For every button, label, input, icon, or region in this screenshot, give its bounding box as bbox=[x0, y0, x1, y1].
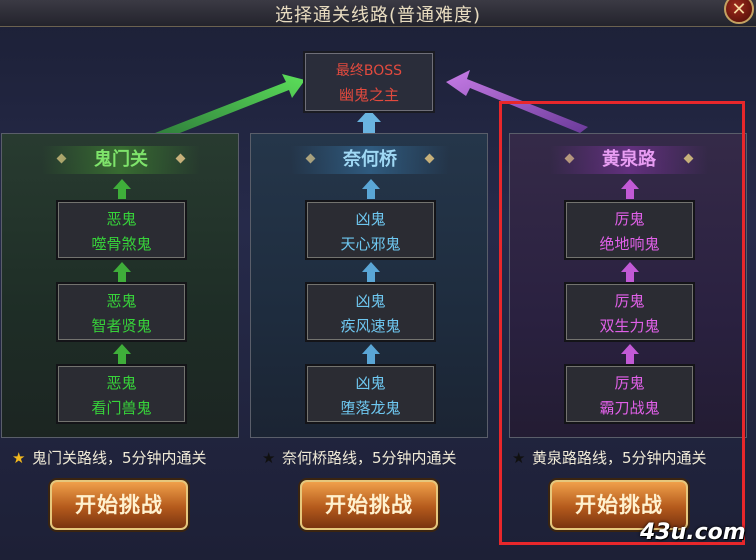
enemy-node-3: 恶鬼 看门兽鬼 bbox=[58, 366, 185, 422]
enemy-name: 绝地响鬼 bbox=[599, 235, 660, 253]
enemy-name: 霸刀战鬼 bbox=[599, 399, 660, 417]
route-panel-naiheqiao[interactable]: 奈何桥 凶鬼 天心邪鬼 凶鬼 疾风速鬼 凶鬼 堕落龙鬼 bbox=[250, 133, 488, 438]
star-icon: ★ bbox=[512, 449, 526, 467]
route-info-huangquanlu: ★ 黄泉路路线，5分钟内通关 bbox=[512, 447, 707, 468]
up-arrow-icon bbox=[113, 179, 131, 199]
enemy-name: 疾风速鬼 bbox=[340, 317, 401, 335]
enemy-name: 天心邪鬼 bbox=[340, 235, 401, 253]
enemy-node-1: 厉鬼 绝地响鬼 bbox=[566, 202, 693, 258]
enemy-name: 看门兽鬼 bbox=[91, 399, 152, 417]
enemy-node-3: 凶鬼 堕落龙鬼 bbox=[307, 366, 434, 422]
up-arrow-icon bbox=[362, 262, 380, 282]
start-challenge-button-naiheqiao[interactable]: 开始挑战 bbox=[300, 480, 438, 530]
up-arrow-icon bbox=[621, 344, 639, 364]
enemy-node-2: 凶鬼 疾风速鬼 bbox=[307, 284, 434, 340]
route-info-text: 鬼门关路线，5分钟内通关 bbox=[32, 449, 207, 467]
enemy-name: 双生力鬼 bbox=[599, 317, 660, 335]
route-info-naiheqiao: ★ 奈何桥路线，5分钟内通关 bbox=[262, 447, 457, 468]
blue-arrow bbox=[357, 109, 381, 133]
enemy-rank: 厉鬼 bbox=[614, 374, 645, 392]
enemy-name: 堕落龙鬼 bbox=[340, 399, 401, 417]
route-info-text: 黄泉路路线，5分钟内通关 bbox=[532, 449, 707, 467]
enemy-node-2: 厉鬼 双生力鬼 bbox=[566, 284, 693, 340]
route-info-guimenguan: ★ 鬼门关路线，5分钟内通关 bbox=[12, 447, 207, 468]
enemy-rank: 凶鬼 bbox=[355, 374, 386, 392]
route-info-text: 奈何桥路线，5分钟内通关 bbox=[282, 449, 457, 467]
enemy-node-1: 凶鬼 天心邪鬼 bbox=[307, 202, 434, 258]
title-bar: 选择通关线路(普通难度) bbox=[0, 0, 756, 27]
close-icon: ✕ bbox=[731, 0, 747, 20]
enemy-node-2: 恶鬼 智者贤鬼 bbox=[58, 284, 185, 340]
up-arrow-icon bbox=[113, 262, 131, 282]
start-challenge-button-guimenguan[interactable]: 开始挑战 bbox=[50, 480, 188, 530]
up-arrow-icon bbox=[362, 344, 380, 364]
window-title: 选择通关线路(普通难度) bbox=[274, 5, 482, 26]
up-arrow-icon bbox=[113, 344, 131, 364]
boss-name: 幽鬼之主 bbox=[338, 86, 399, 104]
star-icon: ★ bbox=[262, 449, 276, 467]
enemy-rank: 恶鬼 bbox=[106, 292, 137, 310]
green-arrow bbox=[155, 74, 305, 140]
up-arrow-icon bbox=[621, 179, 639, 199]
up-arrow-icon bbox=[362, 179, 380, 199]
route-panel-guimenguan[interactable]: 鬼门关 恶鬼 噬骨煞鬼 恶鬼 智者贤鬼 恶鬼 看门兽鬼 bbox=[1, 133, 239, 438]
final-boss-box: 最终BOSS 幽鬼之主 bbox=[305, 53, 433, 111]
enemy-rank: 凶鬼 bbox=[355, 292, 386, 310]
enemy-rank: 凶鬼 bbox=[355, 210, 386, 228]
up-arrow-icon bbox=[621, 262, 639, 282]
enemy-node-3: 厉鬼 霸刀战鬼 bbox=[566, 366, 693, 422]
enemy-name: 噬骨煞鬼 bbox=[91, 235, 152, 253]
enemy-rank: 厉鬼 bbox=[614, 292, 645, 310]
site-watermark: 43u.com bbox=[640, 520, 746, 545]
purple-arrow bbox=[446, 70, 588, 133]
enemy-node-1: 恶鬼 噬骨煞鬼 bbox=[58, 202, 185, 258]
enemy-rank: 恶鬼 bbox=[106, 210, 137, 228]
enemy-rank: 厉鬼 bbox=[614, 210, 645, 228]
star-icon: ★ bbox=[12, 449, 26, 467]
boss-label: 最终BOSS bbox=[335, 63, 403, 79]
enemy-name: 智者贤鬼 bbox=[91, 317, 152, 335]
route-panel-huangquanlu[interactable]: 黄泉路 厉鬼 绝地响鬼 厉鬼 双生力鬼 厉鬼 霸刀战鬼 bbox=[509, 133, 747, 438]
enemy-rank: 恶鬼 bbox=[106, 374, 137, 392]
